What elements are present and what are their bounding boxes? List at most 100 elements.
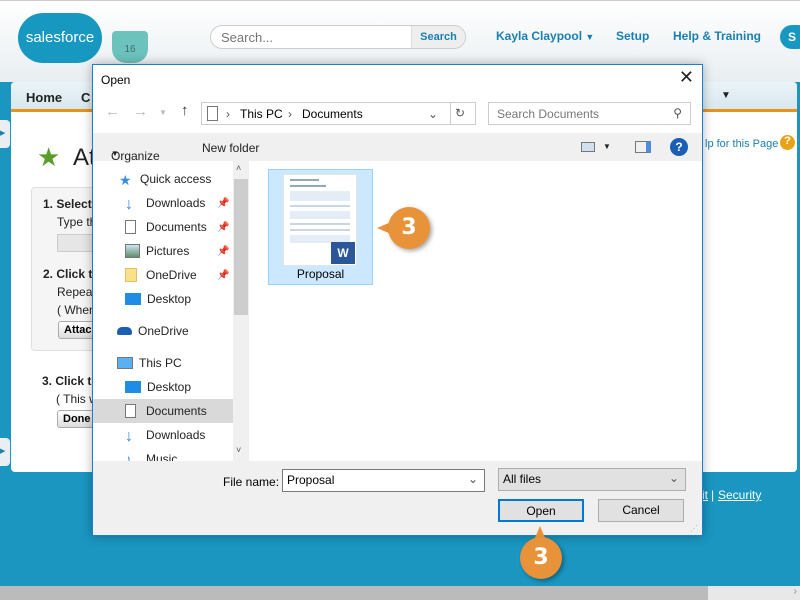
chevron-down-icon[interactable]: ⌄ — [428, 107, 438, 121]
release-mug-icon: 16 — [112, 31, 148, 63]
tree-label: Pictures — [146, 244, 190, 258]
help-training-link[interactable]: Help & Training — [673, 29, 761, 43]
change-view-icon[interactable] — [581, 142, 595, 152]
tree-label: Downloads — [146, 428, 206, 442]
setup-link[interactable]: Setup — [616, 29, 649, 43]
file-name-label: File name: — [223, 475, 280, 489]
global-search-input[interactable] — [211, 26, 411, 48]
breadcrumb-this-pc[interactable]: This PC — [240, 107, 283, 121]
header-button[interactable]: S — [780, 25, 800, 49]
global-search-button[interactable]: Search — [411, 26, 465, 48]
scrollbar-thumb[interactable] — [234, 179, 248, 315]
music-icon: ♪ — [125, 452, 131, 461]
tree-this-pc[interactable]: This PC — [93, 351, 233, 375]
scroll-right-icon[interactable]: › — [708, 586, 800, 600]
sidebar-toggle-bottom[interactable]: ▶ — [0, 438, 10, 466]
chevron-down-icon: ▼ — [585, 32, 595, 42]
document-icon — [207, 106, 218, 121]
open-file-dialog: Open ✕ ← → ▼ ↑ › This PC › Documents ⌄ ↻… — [92, 64, 703, 536]
refresh-icon[interactable]: ↻ — [450, 103, 469, 124]
step-callout: 3 — [520, 537, 562, 579]
file-item-proposal[interactable]: W Proposal — [268, 169, 373, 285]
dialog-toolbar: Organize ▼ New folder ▼ ? — [93, 133, 702, 163]
forward-icon[interactable]: → — [133, 103, 148, 120]
star-icon: ★ — [119, 172, 132, 188]
tree-label: Desktop — [147, 292, 192, 306]
step2-text: Repea — [57, 285, 93, 299]
recent-chevron-icon[interactable]: ▼ — [159, 108, 167, 117]
new-folder-button[interactable]: New folder — [202, 141, 259, 155]
open-button[interactable]: Open — [498, 499, 584, 522]
tree-label: OneDrive — [138, 324, 189, 338]
search-documents-input[interactable]: Search Documents ⚲ — [488, 102, 691, 125]
tree-documents-pc[interactable]: Documents — [93, 399, 233, 423]
navigation-scrollbar[interactable]: ˄ ˅ — [233, 161, 249, 461]
scroll-up-icon[interactable]: ˄ — [236, 163, 241, 173]
dialog-title: Open — [101, 73, 131, 87]
step1-text: Type th — [57, 215, 97, 229]
back-icon[interactable]: ← — [105, 103, 120, 120]
breadcrumb-separator: › — [226, 107, 230, 121]
tree-onedrive-folder[interactable]: OneDrive 📌 — [93, 263, 233, 287]
up-icon[interactable]: ↑ — [181, 102, 189, 119]
scroll-down-icon[interactable]: ˅ — [236, 445, 241, 455]
tree-downloads[interactable]: ↓ Downloads 📌 — [93, 191, 233, 215]
tree-label: This PC — [139, 356, 182, 370]
tab-c[interactable]: C — [81, 90, 90, 105]
sidebar-toggle[interactable]: ▶ — [0, 120, 10, 148]
salesforce-logo[interactable]: salesforce — [18, 13, 102, 63]
search-icon: ⚲ — [673, 106, 682, 120]
breadcrumb-documents[interactable]: Documents — [302, 107, 363, 121]
chevron-down-icon[interactable]: ⌄ — [468, 472, 478, 486]
tree-pictures[interactable]: Pictures 📌 — [93, 239, 233, 263]
close-icon[interactable]: ✕ — [679, 67, 694, 88]
tree-downloads-pc[interactable]: ↓ Downloads — [93, 423, 233, 447]
user-name: Kayla Claypool — [496, 29, 583, 43]
help-icon[interactable]: ? — [780, 135, 795, 150]
chevron-down-icon: ⌄ — [668, 471, 679, 485]
help-icon[interactable]: ? — [670, 138, 688, 156]
pin-icon: 📌 — [217, 245, 230, 257]
tree-label: Quick access — [140, 172, 212, 186]
security-link[interactable]: Security — [718, 488, 761, 502]
download-icon: ↓ — [125, 196, 133, 213]
tree-label: Music — [146, 452, 178, 461]
address-bar[interactable]: › This PC › Documents ⌄ ↻ — [201, 102, 476, 125]
file-type-select[interactable]: All files ⌄ — [498, 468, 686, 491]
tree-label: Desktop — [147, 380, 192, 394]
document-icon — [125, 404, 136, 418]
tree-desktop[interactable]: Desktop — [93, 287, 233, 311]
dialog-footer: File name: Proposal ⌄ All files ⌄ Open Can… — [93, 461, 702, 535]
user-menu[interactable]: Kayla Claypool ▼ — [496, 29, 594, 43]
tree-label: Documents — [146, 220, 207, 234]
document-icon — [125, 220, 136, 234]
done-button[interactable]: Done — [57, 410, 97, 428]
tree-music[interactable]: ♪ Music — [93, 447, 233, 461]
tree-desktop-pc[interactable]: Desktop — [93, 375, 233, 399]
cancel-button[interactable]: Cancel — [598, 499, 684, 522]
file-name: Proposal — [296, 267, 345, 281]
desktop-icon — [125, 381, 141, 393]
resize-grip-icon[interactable]: ⋰ — [690, 524, 698, 533]
step2-note: ( When — [57, 303, 96, 317]
chevron-down-icon[interactable]: ▼ — [603, 142, 611, 151]
tree-onedrive[interactable]: OneDrive — [93, 319, 233, 343]
tree-quick-access[interactable]: ★ Quick access — [93, 167, 233, 191]
file-name-input[interactable]: Proposal ⌄ — [282, 469, 485, 492]
chevron-down-icon: ▼ — [111, 149, 119, 158]
preview-pane-icon[interactable] — [635, 141, 651, 153]
computer-icon — [117, 357, 133, 369]
search-placeholder: Search Documents — [497, 107, 600, 121]
pin-icon: 📌 — [217, 269, 230, 281]
step3-label: 3. Click t — [42, 374, 92, 388]
cloud-icon — [117, 327, 132, 335]
horizontal-scrollbar[interactable]: › — [0, 586, 800, 600]
tree-documents[interactable]: Documents 📌 — [93, 215, 233, 239]
tab-home[interactable]: Home — [26, 90, 62, 105]
tree-label: OneDrive — [146, 268, 197, 282]
step1-label: 1. Select — [43, 197, 92, 211]
more-tabs-icon[interactable]: ▼ — [721, 90, 731, 101]
pin-icon: 📌 — [217, 197, 230, 209]
navigation-pane: ★ Quick access ↓ Downloads 📌 Documents 📌 Pic… — [93, 161, 233, 461]
help-for-page-link[interactable]: lp for this Page — [705, 138, 778, 150]
